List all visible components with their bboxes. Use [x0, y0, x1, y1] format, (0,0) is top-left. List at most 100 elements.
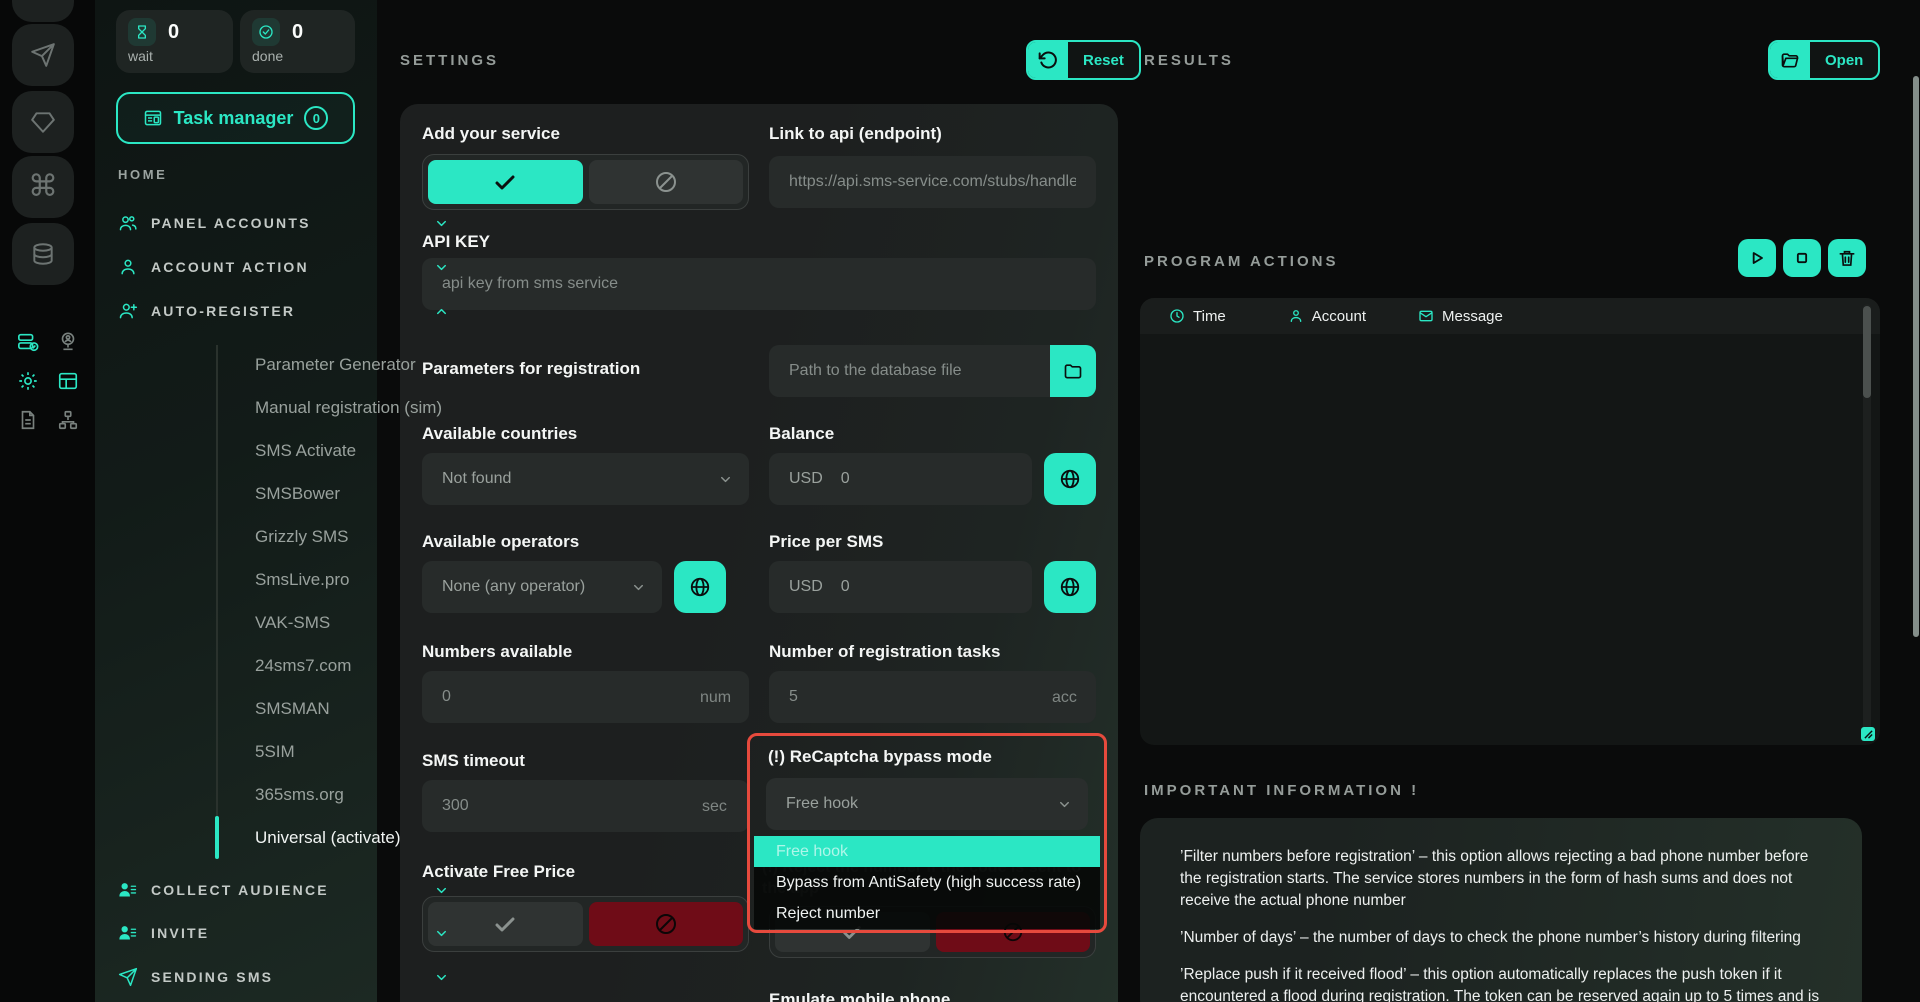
link-api-input[interactable]: [769, 156, 1096, 208]
send-icon: [30, 42, 56, 68]
hierarchy-icon[interactable]: [56, 408, 80, 432]
column-header-time[interactable]: Time: [1169, 308, 1226, 325]
chevron-down-icon: [434, 260, 449, 275]
registration-tasks-suffix: acc: [1052, 689, 1077, 707]
stop-icon: [1792, 248, 1812, 268]
reset-label: Reset: [1068, 42, 1139, 78]
settings-card: Add your service Link to api (endpoint) …: [400, 104, 1118, 1002]
task-manager-icon: [143, 108, 163, 128]
scrollbar-thumb[interactable]: [1863, 306, 1871, 398]
add-service-toggle[interactable]: [422, 154, 749, 210]
dropdown-option[interactable]: Bypass from AntiSafety (high success rat…: [754, 867, 1100, 898]
open-button[interactable]: Open: [1768, 40, 1880, 80]
sidebar-item-invite[interactable]: INVITE: [118, 918, 451, 948]
available-operators-value: None (any operator): [442, 578, 631, 596]
users-icon: [118, 213, 138, 233]
sidebar-item-panel-accounts[interactable]: PANEL ACCOUNTS: [118, 208, 451, 238]
sidebar-subitem[interactable]: Manual registration (sim): [218, 386, 453, 429]
registration-tasks-input[interactable]: [769, 671, 1096, 723]
play-button[interactable]: [1738, 239, 1776, 277]
toggle-no-segment[interactable]: [589, 160, 744, 204]
sidebar-item-auto-register[interactable]: AUTO-REGISTER: [118, 296, 451, 326]
user-stand-icon[interactable]: [56, 330, 80, 354]
emulate-mobile-label: Emulate mobile phone: [769, 990, 950, 1002]
server-check-icon[interactable]: [16, 330, 40, 354]
sidebar-subitem[interactable]: 5SIM: [218, 730, 453, 773]
database-button[interactable]: [12, 223, 74, 285]
balance-field[interactable]: USD 0: [769, 453, 1032, 505]
reset-button[interactable]: Reset: [1026, 40, 1141, 80]
sidebar-subitem[interactable]: 365sms.org: [218, 773, 453, 816]
link-api-label: Link to api (endpoint): [769, 124, 942, 144]
table-scrollbar[interactable]: [1863, 304, 1871, 736]
recaptcha-dropdown: Free hook Bypass from AntiSafety (high s…: [754, 836, 1100, 929]
gear-icon[interactable]: [16, 369, 40, 393]
sidebar-subitem-active[interactable]: Universal (activate): [218, 816, 453, 859]
sidebar-item-sending-sms[interactable]: SENDING SMS: [118, 962, 451, 992]
toggle-yes-segment[interactable]: [428, 160, 583, 204]
api-key-input[interactable]: [422, 258, 1096, 310]
mail-icon: [1418, 308, 1434, 324]
sidebar-subitem[interactable]: VAK-SMS: [218, 601, 453, 644]
activate-free-price-toggle[interactable]: [422, 896, 749, 952]
rail-button-cut[interactable]: [12, 0, 74, 22]
column-header-account[interactable]: Account: [1288, 308, 1366, 325]
user-icon: [118, 257, 138, 277]
browse-file-button[interactable]: [1050, 345, 1096, 397]
balance-label: Balance: [769, 424, 834, 444]
sidebar-subitem[interactable]: SMS Activate: [218, 429, 453, 472]
play-icon: [1747, 248, 1767, 268]
block-icon: [654, 912, 678, 936]
diamond-button[interactable]: [12, 91, 74, 153]
resize-handle[interactable]: [1861, 727, 1875, 741]
sidebar-subitem[interactable]: SmsLive.pro: [218, 558, 453, 601]
recaptcha-select[interactable]: Free hook: [766, 778, 1088, 830]
wait-count: 0: [168, 21, 179, 44]
chevron-down-icon: [1057, 797, 1072, 812]
results-title: RESULTS: [1144, 52, 1234, 69]
document-icon[interactable]: [16, 408, 40, 432]
sidebar-subitem[interactable]: 24sms7.com: [218, 644, 453, 687]
browser-table-icon[interactable]: [56, 369, 80, 393]
toggle-yes-segment[interactable]: [428, 902, 583, 946]
clock-icon: [1169, 308, 1185, 324]
operators-refresh-button[interactable]: [674, 561, 726, 613]
column-label: Account: [1312, 308, 1366, 325]
sidebar-subitem[interactable]: SMSBower: [218, 472, 453, 515]
trash-button[interactable]: [1828, 239, 1866, 277]
price-refresh-button[interactable]: [1044, 561, 1096, 613]
send-button[interactable]: [12, 24, 74, 86]
sidebar-item-account-action[interactable]: ACCOUNT ACTION: [118, 252, 451, 282]
toggle-no-segment[interactable]: [589, 902, 744, 946]
column-label: Message: [1442, 308, 1503, 325]
chevron-down-icon: [434, 970, 449, 985]
stop-button[interactable]: [1783, 239, 1821, 277]
balance-refresh-button[interactable]: [1044, 453, 1096, 505]
info-paragraph: ’Replace push if it received flood’ – th…: [1180, 964, 1822, 1002]
dropdown-option[interactable]: Reject number: [754, 898, 1100, 929]
sidebar-subitem[interactable]: Parameter Generator: [218, 343, 453, 386]
sidebar: 0 wait 0 done Task manager 0 HOME PANEL …: [95, 0, 377, 1002]
sms-timeout-input[interactable]: [422, 780, 749, 832]
available-operators-select[interactable]: None (any operator): [422, 561, 662, 613]
params-reg-label: Parameters for registration: [422, 359, 640, 379]
command-button[interactable]: ⌘: [12, 156, 74, 218]
icon-rail: ⌘: [0, 0, 95, 1002]
column-header-message[interactable]: Message: [1418, 308, 1503, 325]
params-reg-input[interactable]: [769, 345, 1096, 397]
sidebar-subitem[interactable]: Grizzly SMS: [218, 515, 453, 558]
available-countries-select[interactable]: Not found: [422, 453, 749, 505]
sidebar-item-collect-audience[interactable]: COLLECT AUDIENCE: [118, 875, 451, 905]
sidebar-subitem[interactable]: SMSMAN: [218, 687, 453, 730]
price-per-sms-field[interactable]: USD 0: [769, 561, 1032, 613]
task-manager-button[interactable]: Task manager 0: [116, 92, 355, 144]
chevron-down-icon: [718, 472, 733, 487]
rotate-ccw-icon: [1028, 42, 1068, 78]
balance-currency: USD: [789, 470, 823, 488]
chevron-down-icon: [434, 926, 449, 941]
page-scrollbar-thumb[interactable]: [1913, 76, 1919, 637]
dropdown-option-selected[interactable]: Free hook: [754, 836, 1100, 867]
info-paragraph: ’Number of days’ – the number of days to…: [1180, 927, 1822, 949]
chevron-down-icon: [434, 883, 449, 898]
user-list-icon: [118, 923, 138, 943]
